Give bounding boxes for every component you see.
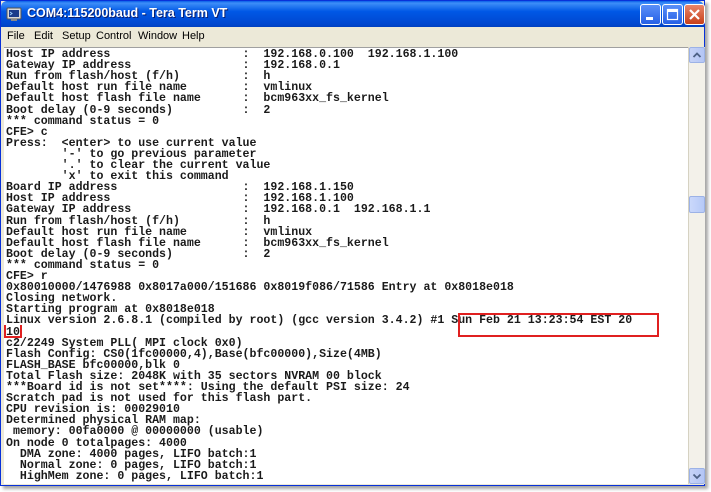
menu-file[interactable]: File — [7, 30, 25, 42]
window-title: COM4:115200baud - Tera Term VT — [27, 6, 228, 20]
terminal-line: Gateway IP address : 192.168.0.1 192.168… — [6, 203, 431, 217]
terminal-line: DMA zone: 4000 pages, LIFO batch:1 — [6, 447, 257, 461]
terminal-screen[interactable]: Host IP address : 192.168.0.100 192.168.… — [4, 47, 688, 484]
terminal-line: Run from flash/host (f/h) : h — [6, 214, 271, 228]
terminal-line: Boot delay (0-9 seconds) : 2 — [6, 103, 271, 117]
terminal-window: COM4:115200baud - Tera Term VT File Edit… — [0, 0, 705, 486]
terminal-line: HighMem zone: 0 pages, LIFO batch:1 — [6, 469, 264, 483]
terminal-line: memory: 00fa0000 @ 00000000 (usable) — [6, 425, 264, 439]
scroll-down-button[interactable] — [689, 468, 705, 484]
menu-control[interactable]: Control — [96, 30, 131, 42]
terminal-line: *** command status = 0 — [6, 114, 160, 128]
maximize-icon — [666, 8, 679, 21]
scroll-down-icon — [692, 473, 702, 480]
menu-window[interactable]: Window — [138, 30, 177, 42]
menu-bar: File Edit Setup Control Window Help — [1, 27, 704, 46]
close-icon — [689, 9, 700, 20]
terminal-line: On node 0 totalpages: 4000 — [6, 436, 187, 450]
menu-edit[interactable]: Edit — [34, 30, 53, 42]
terminal-line: Default host run file name : vmlinux — [6, 225, 313, 239]
date-highlight-box — [458, 313, 659, 337]
minimize-button[interactable] — [640, 4, 661, 25]
date-highlight-box-continuation — [4, 325, 22, 338]
minimize-icon — [646, 17, 653, 20]
maximize-button[interactable] — [662, 4, 683, 25]
vertical-scrollbar[interactable] — [688, 47, 705, 484]
terminal-line: Default host flash file name : bcm963xx_… — [6, 92, 389, 106]
menu-setup[interactable]: Setup — [62, 30, 91, 42]
terminal-app-icon[interactable] — [6, 6, 22, 22]
scroll-up-icon — [692, 52, 702, 58]
menu-help[interactable]: Help — [182, 30, 205, 42]
close-button[interactable] — [684, 4, 705, 25]
title-bar[interactable]: COM4:115200baud - Tera Term VT — [1, 1, 705, 27]
scroll-thumb[interactable] — [689, 196, 705, 213]
terminal-line: c2/2249 System PLL( MPI clock 0x0) — [6, 336, 243, 350]
scroll-up-button[interactable] — [689, 47, 705, 63]
